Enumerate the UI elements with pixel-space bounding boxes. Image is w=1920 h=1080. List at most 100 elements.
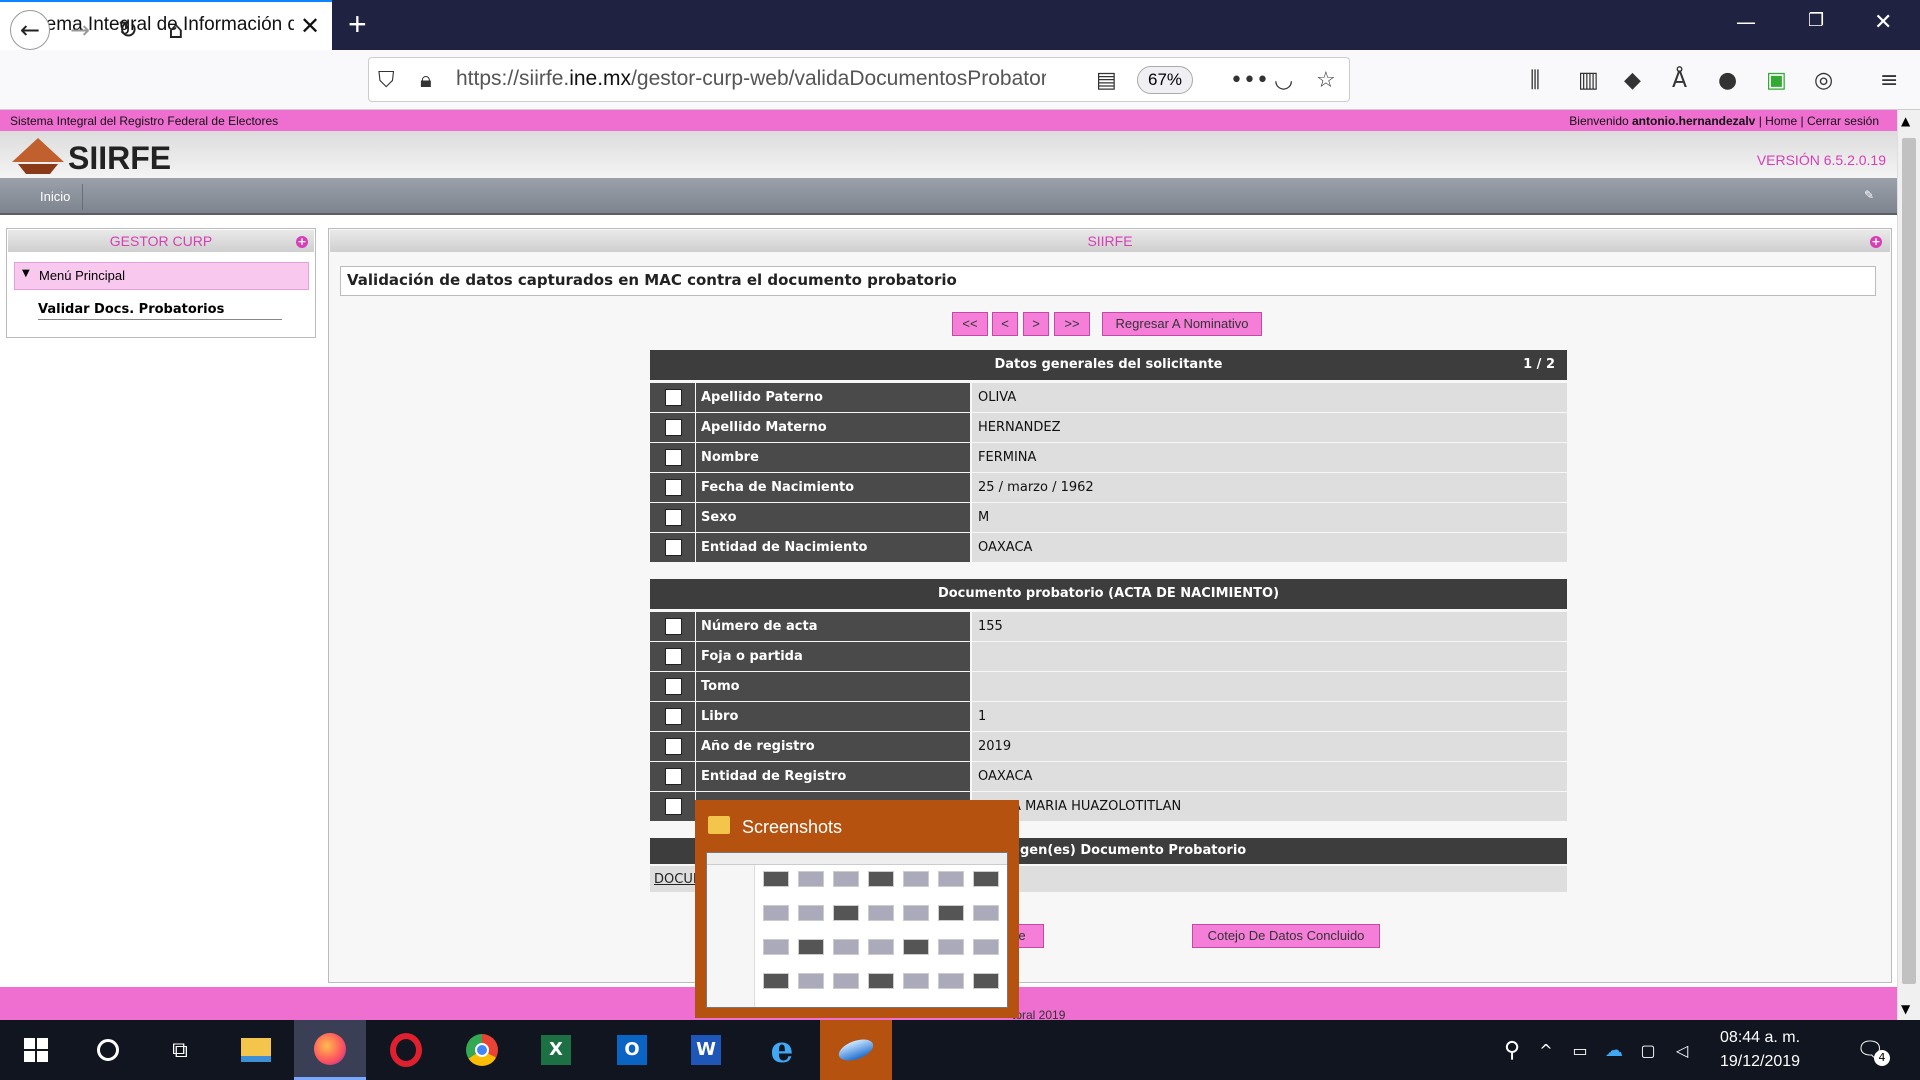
restore-icon[interactable]: ❐	[1808, 10, 1824, 31]
home-icon[interactable]: ⌂	[156, 10, 196, 50]
reader-view-icon[interactable]: ▤	[1096, 68, 1117, 93]
row-label: Año de registro	[696, 732, 970, 761]
row-checkbox[interactable]	[665, 449, 682, 466]
bookmark-star-icon[interactable]: ☆	[1316, 68, 1336, 93]
menu-item-validar[interactable]: Validar Docs. Probatorios	[38, 302, 282, 320]
row-value: OAXACA	[972, 533, 1567, 562]
task-view-icon[interactable]: ⧉	[144, 1020, 216, 1080]
row-checkbox[interactable]	[665, 618, 682, 635]
row-checkbox[interactable]	[665, 479, 682, 496]
table-row: Sexo M	[650, 503, 1567, 532]
word-icon[interactable]: W	[670, 1020, 742, 1080]
row-checkbox[interactable]	[665, 648, 682, 665]
logout-link[interactable]: Cerrar sesión	[1807, 114, 1879, 128]
menu-principal[interactable]: Menú Principal	[14, 262, 309, 290]
row-value: 155	[972, 612, 1567, 641]
menu-inicio[interactable]: Inicio	[40, 189, 70, 204]
menu-icon[interactable]: ≡	[1880, 68, 1898, 93]
row-checkbox[interactable]	[665, 798, 682, 815]
explorer-thumbnail[interactable]	[706, 852, 1008, 1008]
last-page-button[interactable]: >>	[1054, 312, 1090, 336]
triangle-down-icon: ▼	[22, 268, 30, 279]
library-icon[interactable]: ⫼	[1530, 68, 1540, 93]
extension-fish-icon[interactable]: ◆	[1624, 68, 1641, 93]
back-to-nominativo-button[interactable]: Regresar A Nominativo	[1102, 312, 1262, 336]
page-scrollbar[interactable]	[1897, 110, 1920, 1020]
row-checkbox[interactable]	[665, 738, 682, 755]
pocket-icon[interactable]: ◡	[1274, 68, 1293, 93]
back-icon[interactable]: ←	[10, 10, 50, 50]
row-checkbox-cell	[650, 792, 695, 821]
internet-explorer-icon[interactable]: e	[746, 1020, 818, 1080]
scroll-up-icon[interactable]: ▲	[1901, 114, 1910, 128]
chrome-icon[interactable]	[446, 1020, 518, 1080]
url-text[interactable]: https://siirfe.ine.mx/gestor-curp-web/va…	[456, 67, 1046, 91]
extension-chat-icon[interactable]: ●	[1718, 68, 1737, 93]
folder-icon	[708, 816, 730, 834]
row-checkbox-cell	[650, 413, 695, 442]
windows-start-icon[interactable]	[0, 1020, 72, 1080]
onedrive-icon[interactable]: ☁	[1596, 1020, 1632, 1080]
active-app-icon[interactable]	[820, 1020, 892, 1080]
close-window-icon[interactable]: ✕	[1874, 10, 1892, 35]
row-label: Número de acta	[696, 612, 970, 641]
scroll-down-icon[interactable]: ▼	[1901, 1002, 1910, 1016]
reload-icon[interactable]: ↻	[108, 10, 148, 50]
network-icon[interactable]: ▢	[1630, 1020, 1666, 1080]
outlook-icon[interactable]: O	[596, 1020, 668, 1080]
lock-icon[interactable]: 🔒︎	[420, 68, 432, 93]
row-value: 1	[972, 702, 1567, 731]
pin-icon[interactable]: ✎	[1864, 188, 1874, 202]
extension-a-icon[interactable]: Å	[1672, 68, 1687, 93]
zoom-indicator[interactable]: 67%	[1137, 66, 1193, 94]
thumbnail-file	[833, 973, 859, 989]
show-hidden-icons-icon[interactable]: ^	[1528, 1020, 1564, 1080]
sidebar-icon[interactable]: ▥	[1578, 68, 1599, 93]
row-checkbox[interactable]	[665, 509, 682, 526]
row-checkbox[interactable]	[665, 768, 682, 785]
notifications-icon[interactable]: 🗨︎	[1840, 1020, 1900, 1080]
forward-icon[interactable]: →	[60, 10, 100, 50]
row-checkbox[interactable]	[665, 419, 682, 436]
firefox-icon[interactable]	[294, 1020, 366, 1080]
cotejo-concluido-button[interactable]: Cotejo De Datos Concluido	[1192, 924, 1380, 948]
volume-icon[interactable]: ◁	[1664, 1020, 1700, 1080]
shield-icon[interactable]: ⛉	[378, 68, 395, 93]
extension-print-icon[interactable]: ▣	[1766, 68, 1787, 93]
thumbnail-file	[833, 939, 859, 955]
file-explorer-icon[interactable]	[220, 1020, 292, 1080]
row-checkbox[interactable]	[665, 678, 682, 695]
url-domain: ine.mx	[569, 67, 632, 90]
search-circle-icon[interactable]	[72, 1020, 144, 1080]
expand-icon[interactable]: +	[1870, 236, 1882, 248]
more-actions-icon[interactable]: •••	[1230, 68, 1269, 93]
page-heading: Validación de datos capturados en MAC co…	[340, 266, 1876, 296]
thumbnail-file	[903, 905, 929, 921]
row-checkbox[interactable]	[665, 708, 682, 725]
thumbnail-file	[763, 905, 789, 921]
prev-page-button[interactable]: <	[992, 312, 1018, 336]
close-tab-icon[interactable]: ✕	[300, 12, 320, 40]
thumbnail-file	[868, 939, 894, 955]
row-label: Foja o partida	[696, 642, 970, 671]
general-table-header: Datos generales del solicitante 1 / 2	[650, 350, 1567, 380]
row-checkbox[interactable]	[665, 539, 682, 556]
excel-icon[interactable]: X	[520, 1020, 592, 1080]
menu-principal-label: Menú Principal	[39, 268, 125, 283]
battery-icon[interactable]: ▭	[1562, 1020, 1598, 1080]
table-row: Apellido Paterno OLIVA	[650, 383, 1567, 412]
home-link[interactable]: Home	[1765, 114, 1797, 128]
next-page-button[interactable]: >	[1023, 312, 1049, 336]
clock[interactable]: 08:44 a. m. 19/12/2019	[1720, 1026, 1800, 1074]
table-row: Fecha de Nacimiento 25 / marzo / 1962	[650, 473, 1567, 502]
expand-icon[interactable]: +	[296, 236, 308, 248]
row-checkbox[interactable]	[665, 389, 682, 406]
extension-user-icon[interactable]: ◎	[1814, 68, 1833, 93]
thumbnail-file	[973, 939, 999, 955]
opera-icon[interactable]	[370, 1020, 442, 1080]
row-label: Sexo	[696, 503, 970, 532]
first-page-button[interactable]: <<	[952, 312, 988, 336]
new-tab-icon[interactable]: +	[348, 6, 367, 43]
scrollbar-thumb[interactable]	[1902, 138, 1916, 984]
minimize-icon[interactable]: —	[1736, 10, 1756, 34]
